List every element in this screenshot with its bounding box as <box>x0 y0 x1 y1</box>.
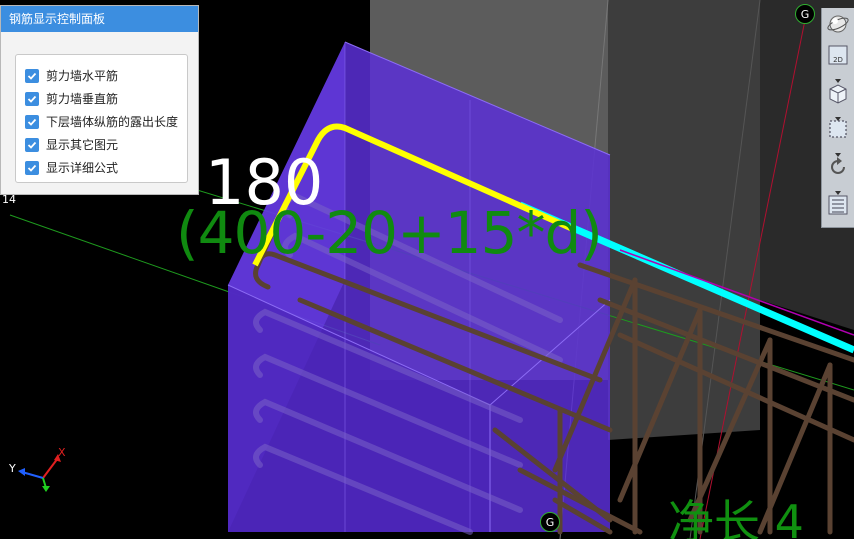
rebar-formula-label: (400-20+15*d) <box>176 199 603 267</box>
3d-box-icon[interactable] <box>825 80 851 106</box>
options-list: 剪力墙水平筋 剪力墙垂直筋 下层墙体纵筋的露出长度 显示其它图元 显示详细公式 <box>15 54 188 183</box>
option-label: 下层墙体纵筋的露出长度 <box>46 115 179 129</box>
2d-label: 2D <box>833 56 843 64</box>
rebar-display-control-panel: 钢筋显示控制面板 剪力墙水平筋 剪力墙垂直筋 下层墙体纵筋的露出长度 显示其它图… <box>0 5 199 195</box>
option-show-detailed-formula[interactable]: 显示详细公式 <box>16 156 187 179</box>
chevron-down-icon[interactable] <box>833 182 843 195</box>
net-length-label: 净长 4 <box>668 495 804 539</box>
rotate-icon[interactable] <box>825 154 851 180</box>
chevron-down-icon[interactable] <box>833 144 843 157</box>
option-wall-vertical-rebar[interactable]: 剪力墙垂直筋 <box>16 87 187 110</box>
option-label: 剪力墙水平筋 <box>46 69 119 83</box>
chevron-down-icon[interactable] <box>833 108 843 121</box>
view-toolbar: 2D <box>821 8 854 228</box>
checkbox[interactable] <box>25 114 39 129</box>
option-label: 显示其它图元 <box>46 138 119 152</box>
grid-axis-label-top: G <box>795 4 815 24</box>
checkbox[interactable] <box>25 68 39 83</box>
panel-title[interactable]: 钢筋显示控制面板 <box>1 6 198 32</box>
triad-x-label: X <box>58 446 66 459</box>
orbit-icon[interactable] <box>825 11 851 37</box>
grid-axis-label-bottom: G <box>540 512 560 532</box>
option-show-other-elements[interactable]: 显示其它图元 <box>16 133 187 156</box>
triad-y-label: Y <box>9 462 16 475</box>
select-box-icon[interactable] <box>825 116 851 142</box>
option-lower-wall-exposed-length[interactable]: 下层墙体纵筋的露出长度 <box>16 110 187 133</box>
option-label: 显示详细公式 <box>46 161 119 175</box>
2d-view-icon[interactable]: 2D <box>825 42 851 68</box>
option-label: 剪力墙垂直筋 <box>46 92 119 106</box>
layer-list-icon[interactable] <box>825 192 851 218</box>
checkbox[interactable] <box>25 160 39 175</box>
chevron-down-icon[interactable] <box>833 70 843 83</box>
checkbox[interactable] <box>25 137 39 152</box>
checkbox[interactable] <box>25 91 39 106</box>
background-column-side <box>608 0 760 440</box>
option-wall-horizontal-rebar[interactable]: 剪力墙水平筋 <box>16 64 187 87</box>
